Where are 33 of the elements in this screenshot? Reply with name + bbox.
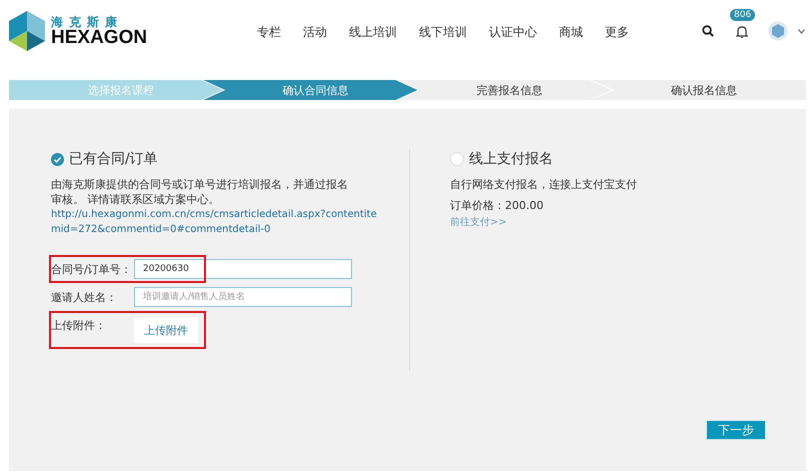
caret-icon[interactable] (798, 28, 805, 34)
logo-chinese-text: 海克斯康 (51, 16, 124, 28)
progress-step: 完善报名信息 (398, 80, 612, 100)
option-description: 自行网络支付报名，连接上支付宝支付 (450, 177, 638, 192)
radio-button[interactable] (450, 152, 464, 166)
hexagon-logo-icon (9, 11, 45, 51)
upload-button[interactable]: 上传附件 (134, 317, 198, 343)
field-label: 上传附件： (51, 318, 107, 334)
check-circle-icon[interactable] (51, 152, 64, 166)
progress-step: 确认合同信息 (203, 80, 418, 100)
input-field[interactable]: 培训邀请人/销售人员姓名 (134, 287, 352, 307)
nav-link[interactable]: 线上培训 (349, 24, 397, 40)
option-title: 线上支付报名 (469, 150, 553, 168)
notification-badge: 806 (730, 8, 756, 20)
nav-link[interactable]: 认证中心 (489, 24, 537, 40)
nav-link[interactable]: 线下培训 (419, 24, 467, 40)
option-description: 由海克斯康提供的合同号或订单号进行培训报名，并通过报名审核。 详情请联系区域方案中心。 (51, 177, 349, 207)
progress-step: 确认报名信息 (592, 80, 806, 100)
logo-wordmark: HEXAGON (51, 28, 148, 46)
info-link[interactable]: http://u.hexagonmi.com.cn/cms/cmsarticledetail.aspx?contentitemid=272&commentid=0#commentdetail-0 (51, 207, 381, 237)
avatar-icon[interactable] (768, 21, 788, 41)
nav-link[interactable]: 商城 (559, 24, 583, 40)
order-price: 订单价格：200.00 (450, 198, 544, 213)
input-field[interactable]: 20200630 (134, 259, 352, 279)
nav-link[interactable]: 更多 (605, 24, 629, 40)
search-icon[interactable] (702, 25, 714, 37)
option-title: 已有合同/订单 (69, 150, 158, 168)
field-label: 邀请人姓名： (51, 290, 118, 306)
bell-icon[interactable] (736, 24, 748, 38)
nav-link[interactable]: 专栏 (257, 24, 281, 40)
field-label: 合同号/订单号： (51, 262, 133, 278)
progress-step: 选择报名课程 (9, 80, 224, 100)
nav-link[interactable]: 活动 (303, 24, 327, 40)
